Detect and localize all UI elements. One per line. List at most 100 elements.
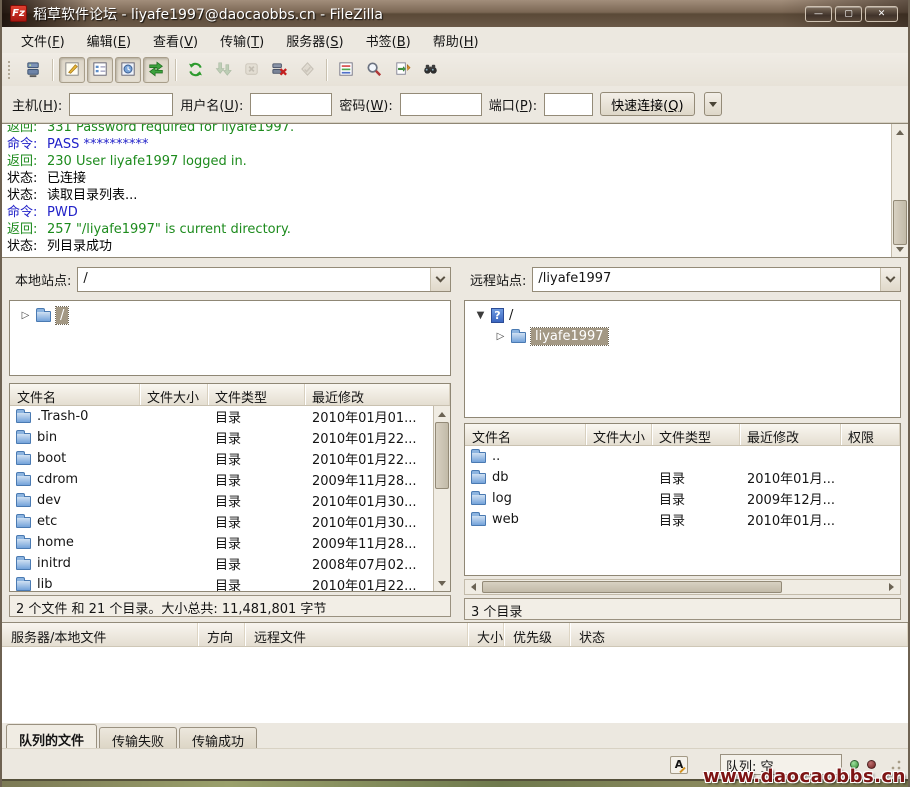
- menu-item[interactable]: 服务器(S): [275, 27, 354, 54]
- column-header-priority[interactable]: 优先级: [504, 623, 570, 646]
- menu-item[interactable]: 传输(T): [209, 27, 275, 54]
- expand-icon[interactable]: ▷: [495, 331, 506, 342]
- host-input[interactable]: [69, 93, 173, 116]
- port-input[interactable]: [544, 93, 593, 116]
- file-row[interactable]: .Trash-0 目录 2010年01月01...: [10, 406, 433, 427]
- file-row[interactable]: dev 目录 2010年01月30...: [10, 490, 433, 511]
- password-label: 密码(W):: [339, 95, 392, 114]
- remote-pane: 远程站点: /liyafe1997 ▼ ? / ▷ liyafe1997: [460, 258, 905, 622]
- file-row[interactable]: web 目录 2010年01月...: [465, 509, 900, 530]
- maximize-button[interactable]: ▢: [835, 6, 862, 22]
- toolbar-grip[interactable]: [8, 61, 13, 79]
- menu-item[interactable]: 帮助(H): [422, 27, 490, 54]
- file-row[interactable]: ..: [465, 446, 900, 467]
- reconnect-icon[interactable]: [294, 57, 320, 83]
- file-row[interactable]: log 目录 2009年12月...: [465, 488, 900, 509]
- remote-tree-item[interactable]: ▷ liyafe1997: [465, 326, 900, 347]
- menu-item[interactable]: 文件(F): [10, 27, 76, 54]
- local-tree-root[interactable]: ▷ /: [10, 305, 450, 326]
- log-scrollbar[interactable]: [891, 124, 908, 257]
- column-header-remote-file[interactable]: 远程文件: [245, 623, 468, 646]
- toggle-message-log-icon[interactable]: [59, 57, 85, 83]
- collapse-icon[interactable]: ▼: [475, 310, 486, 321]
- column-header-filename[interactable]: 文件名: [10, 384, 140, 405]
- local-list-scrollbar[interactable]: [433, 406, 450, 591]
- column-header-modified[interactable]: 最近修改: [740, 424, 841, 445]
- column-header-filesize[interactable]: 文件大小: [140, 384, 208, 405]
- scrollbar-thumb[interactable]: [482, 581, 782, 593]
- directory-listing-filter-icon[interactable]: [333, 57, 359, 83]
- close-button[interactable]: ✕: [865, 6, 898, 22]
- file-row[interactable]: home 目录 2009年11月28...: [10, 532, 433, 553]
- remote-site-path[interactable]: /liyafe1997: [533, 268, 880, 291]
- disconnect-icon[interactable]: [266, 57, 292, 83]
- remote-site-combo[interactable]: /liyafe1997: [532, 267, 901, 292]
- quickconnect-dropdown-button[interactable]: [704, 92, 722, 116]
- column-header-direction[interactable]: 方向: [198, 623, 245, 646]
- scroll-up-icon[interactable]: [892, 124, 908, 139]
- quickconnect-button[interactable]: 快速连接(Q): [600, 92, 694, 116]
- remote-site-dropdown[interactable]: [880, 268, 900, 291]
- process-queue-icon[interactable]: [210, 57, 236, 83]
- local-site-path[interactable]: /: [78, 268, 430, 291]
- queue-tab[interactable]: 传输成功: [179, 727, 257, 748]
- minimize-button[interactable]: —: [805, 6, 832, 22]
- log-line: 状态:列目录成功: [7, 238, 886, 255]
- password-input[interactable]: [400, 93, 482, 116]
- column-header-modified[interactable]: 最近修改: [305, 384, 450, 405]
- transfer-queue: 服务器/本地文件 方向 远程文件 大小 优先级 状态: [2, 622, 908, 723]
- transfer-type-icon[interactable]: A: [670, 756, 688, 774]
- file-row[interactable]: db 目录 2010年01月...: [465, 467, 900, 488]
- file-row[interactable]: etc 目录 2010年01月30...: [10, 511, 433, 532]
- log-line: 命令:PASS **********: [7, 136, 886, 153]
- remote-tree-root-label[interactable]: /: [509, 308, 513, 323]
- file-row[interactable]: cdrom 目录 2009年11月28...: [10, 469, 433, 490]
- column-header-filename[interactable]: 文件名: [465, 424, 586, 445]
- folder-icon: [16, 559, 31, 570]
- file-row[interactable]: boot 目录 2010年01月22...: [10, 448, 433, 469]
- local-tree: ▷ /: [9, 300, 451, 376]
- column-header-server-local-file[interactable]: 服务器/本地文件: [2, 623, 198, 646]
- site-manager-icon[interactable]: [20, 57, 46, 83]
- local-site-dropdown[interactable]: [430, 268, 450, 291]
- toggle-transfer-queue-icon[interactable]: [143, 57, 169, 83]
- remote-list-hscrollbar[interactable]: [464, 579, 901, 595]
- queue-tab[interactable]: 队列的文件: [6, 724, 97, 748]
- expand-icon[interactable]: ▷: [20, 310, 31, 321]
- menu-item[interactable]: 编辑(E): [76, 27, 142, 54]
- remote-tree-item-label[interactable]: liyafe1997: [531, 328, 608, 345]
- file-row[interactable]: bin 目录 2010年01月22...: [10, 427, 433, 448]
- synchronized-browsing-icon[interactable]: [389, 57, 415, 83]
- toggle-remote-tree-icon[interactable]: [115, 57, 141, 83]
- local-tree-root-label[interactable]: /: [56, 307, 68, 324]
- window-title: 稻草软件论坛 - liyafe1997@daocaobbs.cn - FileZ…: [33, 4, 805, 24]
- file-row[interactable]: initrd 目录 2008年07月02...: [10, 553, 433, 574]
- scroll-down-icon[interactable]: [892, 242, 908, 257]
- username-input[interactable]: [250, 93, 332, 116]
- menu-item[interactable]: 查看(V): [142, 27, 209, 54]
- quickconnect-bar: 主机(H): 用户名(U): 密码(W): 端口(P): 快速连接(Q): [2, 86, 908, 123]
- scroll-up-icon[interactable]: [434, 406, 450, 421]
- remote-tree-root[interactable]: ▼ ? /: [465, 305, 900, 326]
- scrollbar-thumb[interactable]: [435, 422, 449, 489]
- refresh-icon[interactable]: [182, 57, 208, 83]
- menu-item[interactable]: 书签(B): [355, 27, 422, 54]
- scrollbar-thumb[interactable]: [893, 200, 907, 245]
- scroll-down-icon[interactable]: [434, 576, 450, 591]
- column-header-filesize[interactable]: 文件大小: [586, 424, 652, 445]
- cancel-icon[interactable]: [238, 57, 264, 83]
- file-row[interactable]: lib 目录 2010年01月22...: [10, 574, 433, 591]
- directory-comparison-icon[interactable]: [361, 57, 387, 83]
- queue-tab[interactable]: 传输失败: [99, 727, 177, 748]
- column-header-size[interactable]: 大小: [468, 623, 504, 646]
- scroll-left-icon[interactable]: [465, 580, 481, 594]
- column-header-permissions[interactable]: 权限: [841, 424, 900, 445]
- file-search-icon[interactable]: [417, 57, 443, 83]
- local-site-combo[interactable]: /: [77, 267, 451, 292]
- toggle-local-tree-icon[interactable]: [87, 57, 113, 83]
- scroll-right-icon[interactable]: [884, 580, 900, 594]
- column-header-filetype[interactable]: 文件类型: [208, 384, 305, 405]
- remote-list-header: 文件名 文件大小 文件类型 最近修改 权限: [465, 424, 900, 446]
- column-header-filetype[interactable]: 文件类型: [652, 424, 740, 445]
- column-header-status[interactable]: 状态: [570, 623, 908, 646]
